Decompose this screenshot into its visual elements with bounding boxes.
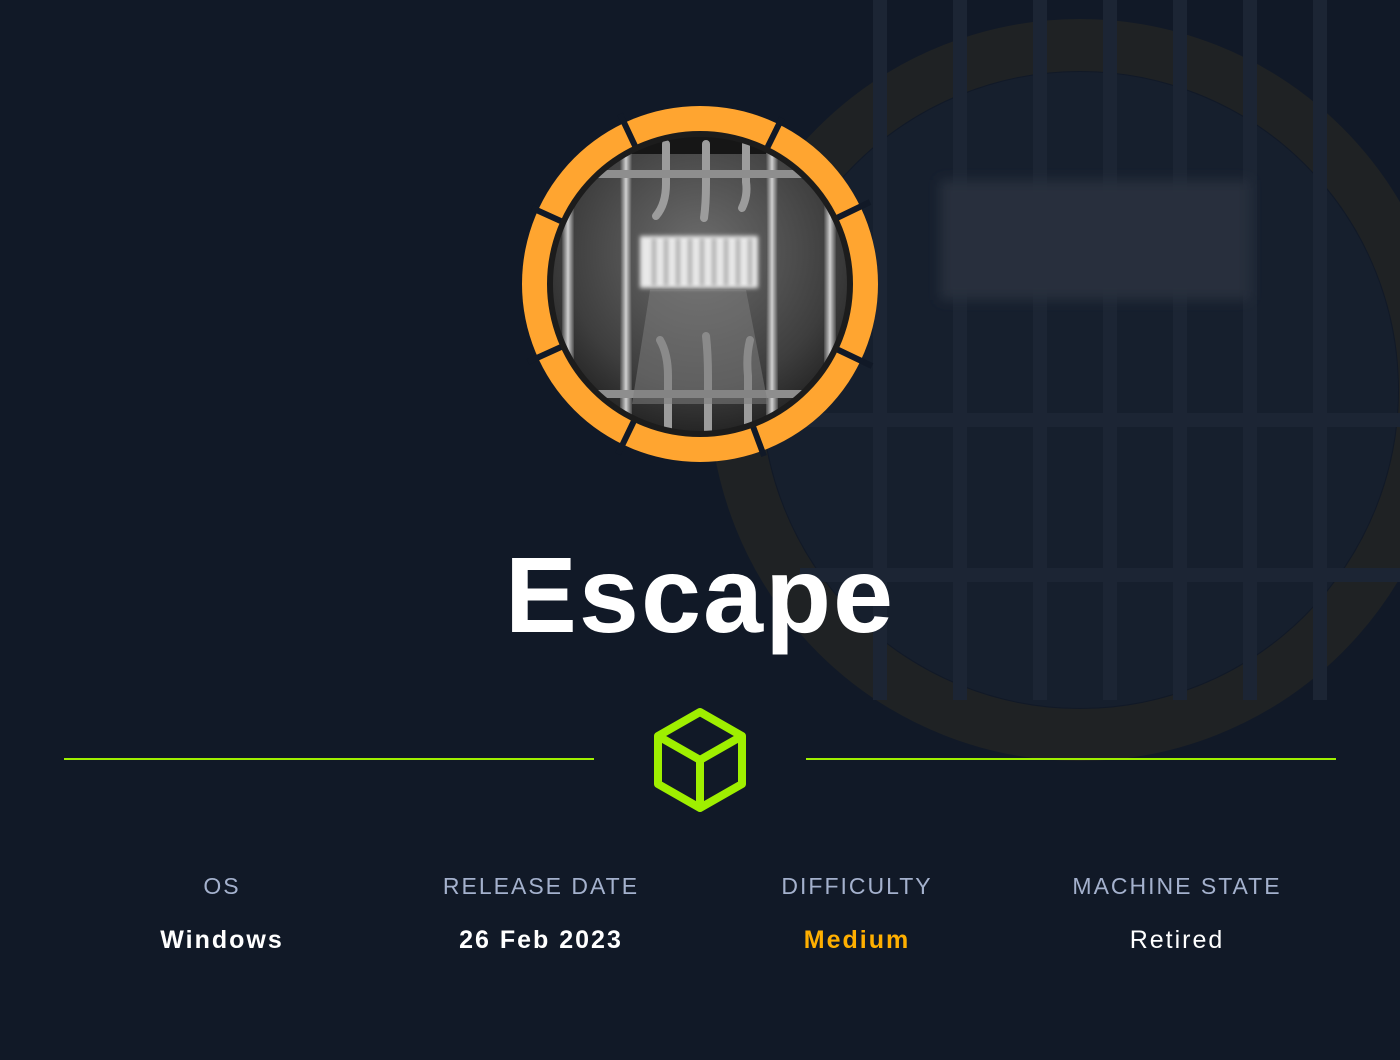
machine-stats: OS Windows RELEASE DATE 26 Feb 2023 DIFF… — [0, 870, 1400, 970]
machine-title: Escape — [504, 534, 896, 655]
stat-os-value: Windows — [160, 926, 284, 954]
stat-difficulty-label: DIFFICULTY — [781, 873, 933, 899]
stat-os: OS Windows — [62, 870, 382, 956]
stat-machine-state: MACHINE STATE Retired — [1017, 870, 1337, 956]
hackthebox-cube-icon — [654, 708, 746, 812]
stat-release-date: RELEASE DATE 26 Feb 2023 — [381, 870, 701, 956]
stat-os-label: OS — [203, 873, 241, 899]
divider-left — [64, 758, 594, 760]
stat-difficulty-value: Medium — [803, 926, 911, 954]
stat-difficulty: DIFFICULTY Medium — [697, 870, 1017, 956]
stat-release-date-label: RELEASE DATE — [442, 873, 640, 899]
jail-cell-bars-icon — [522, 106, 878, 462]
stat-machine-state-value: Retired — [1129, 926, 1225, 954]
machine-card: Escape OS Windows RELEASE DATE 26 Feb 20… — [0, 0, 1400, 1060]
stat-release-date-value: 26 Feb 2023 — [459, 926, 623, 954]
divider-right — [806, 758, 1336, 760]
stat-machine-state-label: MACHINE STATE — [1072, 873, 1282, 899]
